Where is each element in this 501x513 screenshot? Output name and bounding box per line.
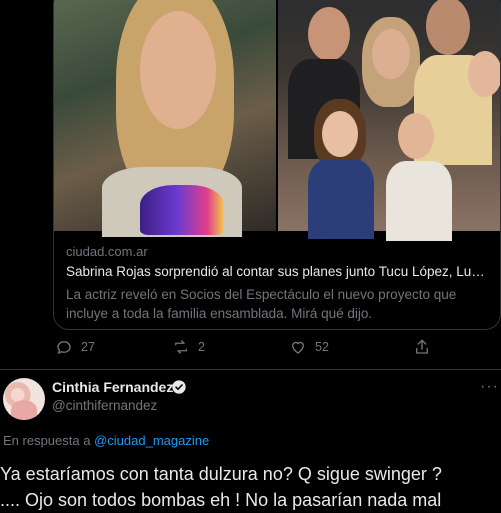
retweet-icon xyxy=(175,340,187,354)
like-count: 52 xyxy=(315,340,329,354)
avatar[interactable] xyxy=(3,378,45,420)
retweet-count: 2 xyxy=(198,340,205,354)
shirt-shape xyxy=(308,159,374,239)
face-shape xyxy=(308,7,350,61)
card-photo-family xyxy=(278,0,500,241)
more-icon[interactable]: ··· xyxy=(480,378,499,396)
card-photo-woman xyxy=(54,0,276,237)
verified-badge-icon xyxy=(172,380,186,394)
author-name[interactable]: Cinthia Fernandez xyxy=(52,379,173,395)
reply-icon xyxy=(57,341,71,355)
like-button[interactable]: 52 xyxy=(289,338,329,356)
reply-context: En respuesta a @ciudad_magazine xyxy=(3,433,209,448)
tweet-text: Ya estaríamos con tanta dulzura no? Q si… xyxy=(0,461,501,513)
tweet-divider xyxy=(0,369,501,370)
card-media[interactable] xyxy=(54,0,500,241)
card-title[interactable]: Sabrina Rojas sorprendió al contar sus p… xyxy=(66,264,490,279)
author-handle[interactable]: @cinthifernandez xyxy=(52,398,157,413)
shirt-shape xyxy=(386,161,452,241)
face-shape xyxy=(372,29,410,79)
reply-button[interactable]: 27 xyxy=(55,338,95,356)
card-description: La actriz reveló en Socios del Espectácu… xyxy=(66,287,457,321)
share-button[interactable] xyxy=(413,338,431,356)
microphone-shape xyxy=(140,185,224,235)
face-shape xyxy=(398,113,434,159)
face-shape xyxy=(322,111,358,157)
reply-to-handle[interactable]: @ciudad_magazine xyxy=(94,433,209,448)
reply-prefix: En respuesta a xyxy=(3,433,91,448)
link-preview-card[interactable]: ciudad.com.ar Sabrina Rojas sorprendió a… xyxy=(53,0,501,330)
face-shape xyxy=(468,51,500,97)
like-icon xyxy=(292,341,304,354)
share-icon xyxy=(416,339,428,354)
retweet-button[interactable]: 2 xyxy=(172,338,205,356)
tweet-text-line-1: Ya estaríamos con tanta dulzura no? Q si… xyxy=(0,464,442,484)
face-shape xyxy=(426,0,470,55)
reply-count: 27 xyxy=(81,340,95,354)
tweet-text-line-2: .... Ojo son todos bombas eh ! No la pas… xyxy=(0,490,442,510)
card-domain: ciudad.com.ar xyxy=(66,244,148,259)
tweet-actions: 27 2 52 xyxy=(53,338,493,360)
face-shape xyxy=(140,11,216,129)
